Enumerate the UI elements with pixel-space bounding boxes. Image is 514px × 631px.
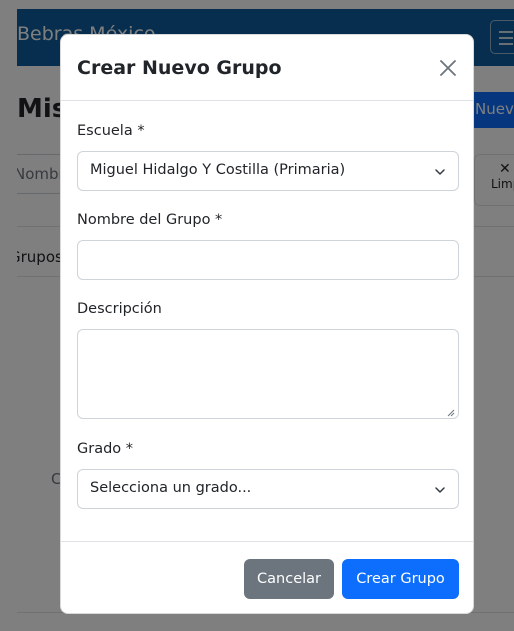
group-name-label: Nombre del Grupo * [77, 212, 223, 228]
grade-select[interactable]: Selecciona un grado... [77, 469, 459, 509]
chevron-down-icon [435, 169, 445, 175]
description-textarea[interactable] [77, 329, 459, 419]
modal-header: Crear Nuevo Grupo [61, 35, 473, 101]
cancel-button[interactable]: Cancelar [244, 559, 334, 599]
close-icon [440, 60, 456, 76]
school-select-value: Miguel Hidalgo Y Costilla (Primaria) [90, 162, 346, 178]
resize-handle-icon[interactable] [447, 409, 455, 417]
school-label: Escuela * [77, 123, 145, 139]
close-button[interactable] [435, 55, 461, 81]
school-select[interactable]: Miguel Hidalgo Y Costilla (Primaria) [77, 151, 459, 191]
group-name-input[interactable] [77, 240, 459, 280]
grade-label: Grado * [77, 441, 134, 457]
create-group-modal: Crear Nuevo Grupo Escuela * Miguel Hidal… [60, 34, 474, 614]
description-label: Descripción [77, 301, 162, 317]
chevron-down-icon [435, 487, 445, 493]
modal-footer: Cancelar Crear Grupo [61, 541, 473, 613]
create-group-button[interactable]: Crear Grupo [342, 559, 459, 599]
modal-title: Crear Nuevo Grupo [77, 57, 282, 79]
description-wrapper [61, 329, 473, 419]
grade-select-value: Selecciona un grado... [90, 480, 252, 496]
